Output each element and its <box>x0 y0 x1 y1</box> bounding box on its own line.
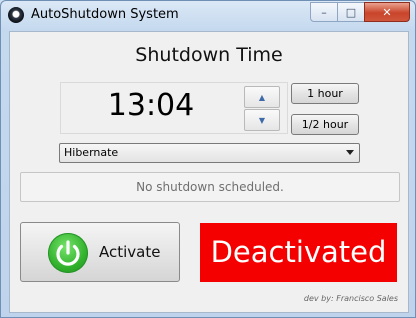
chevron-up-icon: ▲ <box>258 92 266 102</box>
half-hour-button[interactable]: 1/2 hour <box>291 114 359 135</box>
mode-selected-value: Hibernate <box>64 146 119 159</box>
time-down-button[interactable]: ▼ <box>244 109 280 131</box>
main-panel: Shutdown Time 13:04 ▲ ▼ 1 hour 1/2 hour … <box>9 31 409 313</box>
time-display: 13:04 ▲ ▼ <box>60 82 288 134</box>
time-value: 13:04 <box>107 88 195 123</box>
mode-select[interactable]: Hibernate <box>59 143 360 163</box>
app-icon <box>8 7 24 23</box>
status-badge: Deactivated <box>200 223 397 282</box>
window-title: AutoShutdown System <box>31 7 179 22</box>
time-up-button[interactable]: ▲ <box>244 86 280 108</box>
minimize-icon: – <box>321 5 327 19</box>
app-window: AutoShutdown System – □ ✕ Shutdown Time … <box>0 0 416 318</box>
status-text: No shutdown scheduled. <box>20 172 400 202</box>
minimize-button[interactable]: – <box>310 2 338 22</box>
maximize-icon: □ <box>345 5 357 19</box>
developer-credit: dev by: Francisco Sales <box>303 294 398 303</box>
close-icon: ✕ <box>382 5 392 19</box>
title-bar[interactable]: AutoShutdown System – □ ✕ <box>1 1 415 31</box>
caption-buttons: – □ ✕ <box>310 2 410 22</box>
chevron-down-icon <box>346 150 354 155</box>
activate-label: Activate <box>99 243 161 261</box>
maximize-button[interactable]: □ <box>337 2 365 22</box>
page-title: Shutdown Time <box>135 44 283 66</box>
close-button[interactable]: ✕ <box>364 2 410 22</box>
one-hour-button[interactable]: 1 hour <box>291 83 359 104</box>
activate-button[interactable]: Activate <box>20 222 180 282</box>
power-icon <box>48 233 88 273</box>
chevron-down-icon: ▼ <box>258 115 266 125</box>
